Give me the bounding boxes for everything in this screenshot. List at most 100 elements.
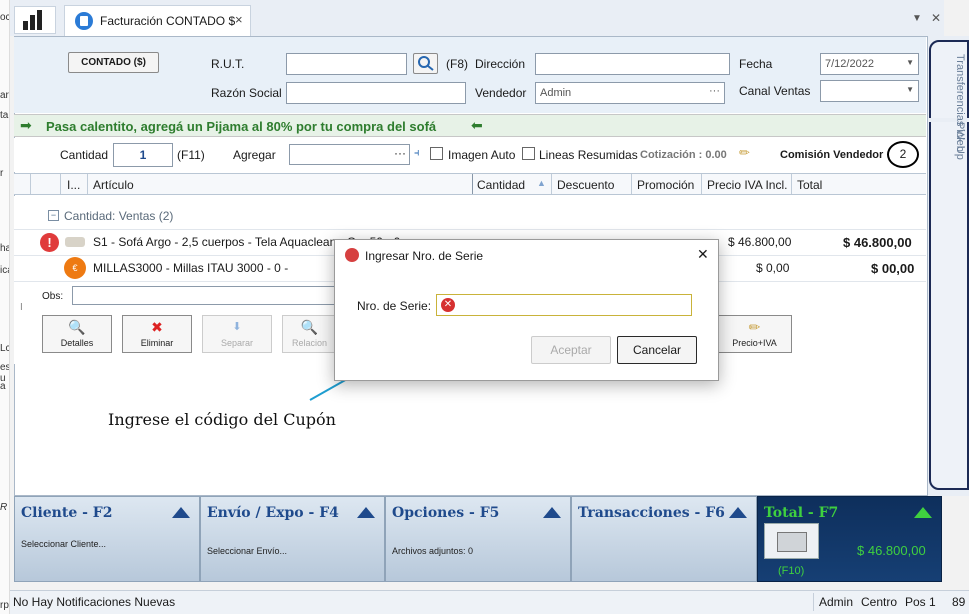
- dashboard-button[interactable]: [14, 6, 56, 34]
- vendedor-label: Vendedor: [475, 86, 527, 100]
- vendedor-input[interactable]: Admin ···: [535, 82, 725, 104]
- window-close-icon[interactable]: ✕: [931, 11, 941, 25]
- serial-number-dialog: Ingresar Nro. de Serie ✕ Nro. de Serie: …: [334, 239, 719, 381]
- collapse-icon[interactable]: −: [48, 210, 59, 221]
- row-price: $ 46.800,00: [728, 235, 792, 249]
- error-icon: ✕: [441, 298, 455, 312]
- cotizacion-text: Cotización : 0.00: [640, 149, 727, 161]
- delete-x-icon: ✖: [151, 319, 163, 335]
- contado-button[interactable]: CONTADO ($): [68, 52, 159, 73]
- col-header-total[interactable]: Total: [797, 178, 822, 192]
- tag-icon: [345, 248, 359, 262]
- envio-panel[interactable]: Envío / Expo - F4 Seleccionar Envío...: [200, 496, 385, 582]
- status-user: Admin: [819, 595, 854, 609]
- cliente-sub: Seleccionar Cliente...: [21, 539, 107, 549]
- expand-up-icon[interactable]: [357, 507, 375, 518]
- razon-social-input[interactable]: [286, 82, 466, 104]
- strip-text: ica: [0, 265, 9, 276]
- expand-up-icon[interactable]: [729, 507, 747, 518]
- col-header-articulo[interactable]: Artículo: [93, 178, 134, 192]
- sort-asc-icon: ▲: [537, 178, 546, 188]
- lineas-resumidas-checkbox[interactable]: [522, 147, 535, 160]
- strip-text: oc: [0, 12, 10, 23]
- tab-facturacion[interactable]: Facturación CONTADO $ ×: [64, 5, 251, 36]
- precio-iva-button[interactable]: ✏ Precio+IVA: [718, 315, 792, 353]
- col-header-icon[interactable]: I...: [67, 178, 80, 192]
- row-article: MILLAS3000 - Millas ITAU 3000 - 0 -: [93, 261, 289, 275]
- cash-register-icon[interactable]: [764, 523, 819, 559]
- side-tabs: Transferencias Web Pick Up: [929, 40, 969, 490]
- comision-value[interactable]: 2: [887, 141, 919, 168]
- arrow-down-icon: ⬇: [232, 321, 242, 333]
- warning-icon: !: [40, 233, 59, 252]
- background-window-strip: oc ar ta r ha ica Lc es u a R rp: [0, 0, 10, 614]
- cantidad-label: Cantidad: [60, 148, 109, 162]
- serial-input[interactable]: ✕: [436, 294, 692, 316]
- aceptar-button[interactable]: Aceptar: [531, 336, 611, 364]
- col-header-descuento[interactable]: Descuento: [557, 178, 614, 192]
- tab-dropdown-icon[interactable]: ▼: [912, 13, 922, 24]
- notifications-text[interactable]: No Hay Notificaciones Nuevas: [13, 595, 175, 609]
- direccion-input[interactable]: [535, 53, 730, 75]
- cliente-title: Cliente - F2: [21, 505, 113, 521]
- fecha-picker[interactable]: 7/12/2022 ▼: [820, 53, 919, 75]
- detalles-label: Detalles: [60, 338, 94, 348]
- expand-up-icon[interactable]: [914, 507, 932, 518]
- status-location: Centro: [861, 595, 898, 609]
- expand-up-icon[interactable]: [543, 507, 561, 518]
- separar-button[interactable]: ⬇ Separar: [202, 315, 272, 353]
- rut-input[interactable]: [286, 53, 407, 75]
- eliminar-button[interactable]: ✖ Eliminar: [122, 315, 192, 353]
- vendedor-value: Admin: [540, 87, 572, 99]
- sofa-thumbnail-icon: [65, 237, 85, 247]
- transacciones-panel[interactable]: Transacciones - F6: [571, 496, 757, 582]
- detalles-button[interactable]: 🔍 Detalles: [42, 315, 112, 353]
- strip-text: ha: [0, 243, 9, 254]
- col-header-precio[interactable]: Precio IVA Incl.: [707, 178, 787, 192]
- ellipsis-icon[interactable]: ···: [709, 85, 720, 97]
- pencil-icon[interactable]: ✏: [739, 145, 750, 161]
- imagen-auto-checkbox[interactable]: [430, 147, 443, 160]
- cliente-panel[interactable]: Cliente - F2 Seleccionar Cliente...: [14, 496, 200, 582]
- tab-label: Facturación CONTADO $: [100, 14, 236, 28]
- total-shortcut: (F10): [778, 565, 805, 577]
- promo-banner: ➡ Pasa calentito, agregá un Pijama al 80…: [14, 114, 926, 137]
- envio-title: Envío / Expo - F4: [207, 505, 339, 521]
- obs-label: Obs:: [42, 291, 64, 302]
- cancelar-button[interactable]: Cancelar: [617, 336, 697, 364]
- total-panel[interactable]: Total - F7 $ 46.800,00 (F10): [757, 496, 942, 582]
- strip-text: Lc: [0, 343, 10, 354]
- strip-text: ar: [0, 90, 9, 101]
- opciones-panel[interactable]: Opciones - F5 Archivos adjuntos: 0: [385, 496, 571, 582]
- canal-ventas-label: Canal Ventas: [739, 84, 811, 98]
- dialog-close-icon[interactable]: ✕: [697, 246, 709, 263]
- fecha-value: 7/12/2022: [825, 58, 874, 70]
- quantity-row: Cantidad 1 (F11) Agregar ··· ⫞ Imagen Au…: [14, 138, 926, 172]
- opciones-title: Opciones - F5: [392, 505, 500, 521]
- row-total: $ 00,00: [871, 261, 915, 276]
- eliminar-label: Eliminar: [140, 338, 174, 348]
- promo-text: Pasa calentito, agregá un Pijama al 80% …: [46, 119, 437, 134]
- strip-text: ta: [0, 110, 9, 121]
- status-pos: Pos 1: [905, 595, 936, 609]
- expand-up-icon[interactable]: [172, 507, 190, 518]
- ellipsis-icon[interactable]: ···: [394, 146, 406, 160]
- cantidad-input[interactable]: 1: [113, 143, 173, 167]
- barcode-icon[interactable]: ⫞: [414, 147, 420, 160]
- separar-label: Separar: [220, 338, 254, 348]
- chevron-down-icon: ▼: [906, 85, 914, 94]
- rut-shortcut: (F8): [446, 57, 468, 71]
- agregar-input[interactable]: ···: [289, 144, 410, 165]
- col-header-cantidad[interactable]: Cantidad: [477, 178, 525, 192]
- document-icon: [75, 12, 93, 30]
- rut-search-button[interactable]: [413, 53, 438, 74]
- razon-social-label: Razón Social: [211, 86, 282, 100]
- serial-label: Nro. de Serie:: [357, 299, 432, 313]
- tab-pick-up[interactable]: Pick Up: [936, 122, 966, 172]
- status-bar: No Hay Notificaciones Nuevas Admin Centr…: [10, 590, 969, 614]
- canal-ventas-select[interactable]: ▼: [820, 80, 919, 102]
- group-label: Cantidad: Ventas (2): [64, 209, 174, 223]
- col-header-promocion[interactable]: Promoción: [637, 178, 694, 192]
- text-cursor-icon: I: [20, 302, 23, 313]
- tab-close-icon[interactable]: ×: [235, 12, 243, 27]
